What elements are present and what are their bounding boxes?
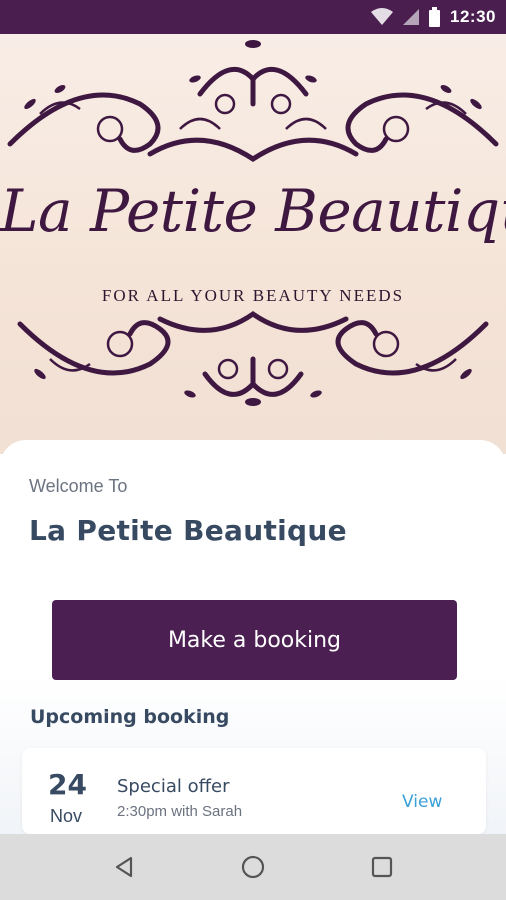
back-icon[interactable] [104, 847, 144, 887]
welcome-label: Welcome To [29, 476, 128, 496]
view-booking-link[interactable]: View [402, 792, 442, 812]
wifi-icon [371, 8, 394, 26]
hero-banner: La Petite Beautique FOR ALL YOUR BEAUTY … [0, 34, 506, 454]
recents-icon[interactable] [362, 847, 402, 887]
signal-icon [403, 8, 420, 26]
welcome-card: Welcome To La Petite Beautique Make a bo… [0, 440, 506, 834]
upcoming-booking-heading: Upcoming booking [30, 706, 230, 728]
booking-title: Special offer [117, 776, 230, 797]
salon-name: La Petite Beautique [29, 514, 347, 547]
make-booking-button[interactable]: Make a booking [52, 600, 457, 680]
status-bar: 12:30 [0, 0, 506, 34]
system-nav-bar [0, 834, 506, 900]
battery-icon [429, 7, 441, 27]
booking-item[interactable]: 24 Nov Special offer 2:30pm with Sarah V… [22, 748, 486, 834]
bottom-ornament-icon [17, 310, 489, 406]
top-ornament-icon [7, 40, 499, 162]
home-icon[interactable] [233, 847, 273, 887]
brand-title: La Petite Beautique [0, 177, 506, 245]
booking-day: 24 [48, 768, 87, 801]
status-time: 12:30 [450, 7, 496, 26]
booking-month: Nov [50, 806, 83, 826]
booking-detail: 2:30pm with Sarah [117, 803, 243, 820]
